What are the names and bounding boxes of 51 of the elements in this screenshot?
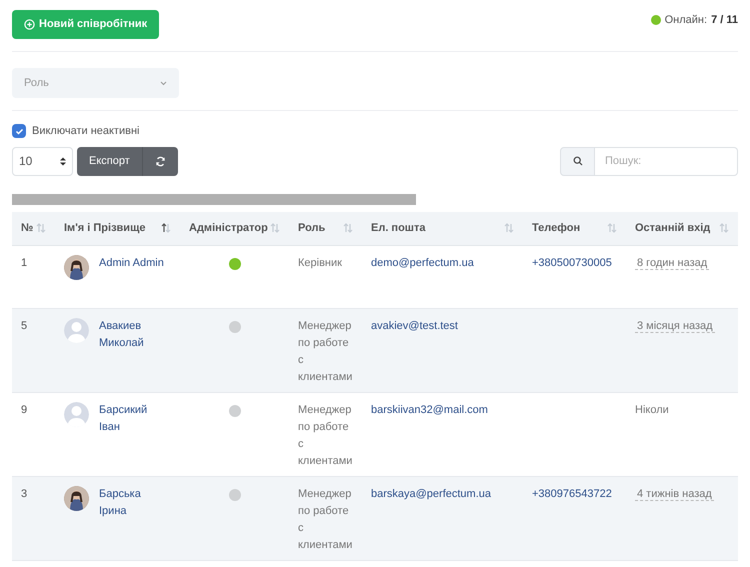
phone-link[interactable]: +380976543722 bbox=[532, 488, 612, 500]
refresh-button[interactable] bbox=[142, 146, 178, 176]
employee-name-link[interactable]: Барсикий Іван bbox=[99, 402, 169, 436]
sort-icon bbox=[504, 223, 514, 233]
email-link[interactable]: avakiev@test.test bbox=[371, 320, 458, 332]
table-cell: 3 bbox=[21, 488, 28, 500]
employee-name-link[interactable]: Авакиев Миколай bbox=[99, 318, 169, 352]
plus-circle-icon bbox=[24, 19, 35, 30]
search-icon bbox=[572, 156, 582, 166]
export-button[interactable]: Експорт bbox=[77, 146, 143, 176]
last-login-text: 8 годин назад bbox=[635, 256, 710, 270]
column-header[interactable]: Телефон bbox=[523, 212, 626, 244]
table-cell: Менеджер по работе с клиентами bbox=[298, 488, 352, 550]
last-login-text: 3 місяця назад bbox=[635, 320, 715, 332]
table-cell: Менеджер по работе с клиентами bbox=[298, 404, 352, 466]
last-login-text: Ніколи bbox=[635, 404, 669, 416]
refresh-icon bbox=[154, 156, 166, 166]
search-field[interactable]: Пошук: bbox=[595, 146, 738, 176]
sort-icon bbox=[343, 223, 353, 233]
sort-icon bbox=[270, 223, 280, 233]
sort-icon bbox=[161, 223, 171, 233]
column-header[interactable]: № bbox=[12, 212, 55, 244]
table-cell: Керівник bbox=[298, 256, 342, 268]
table-cell: 9 bbox=[21, 404, 28, 416]
chevron-down-icon bbox=[160, 80, 167, 86]
column-header[interactable]: Ім'я і Прізвище bbox=[55, 212, 180, 244]
email-link[interactable]: barskaya@perfectum.ua bbox=[371, 488, 492, 500]
sort-icon bbox=[607, 223, 617, 233]
phone-link[interactable]: +380500730005 bbox=[532, 256, 612, 268]
sort-icon bbox=[36, 223, 46, 233]
updown-caret-icon bbox=[60, 156, 66, 166]
checkbox-label: Виключати неактивні bbox=[32, 124, 140, 139]
page-size-select[interactable]: 10 bbox=[12, 146, 73, 176]
last-login-text: 4 тижнів назад bbox=[635, 488, 714, 500]
checkmark-icon bbox=[14, 126, 24, 136]
employee-name-link[interactable]: Барська Ірина bbox=[99, 486, 169, 520]
column-header[interactable]: Ел. пошта bbox=[362, 212, 523, 244]
table-cell: 1 bbox=[21, 256, 28, 268]
online-count: 7 / 11 bbox=[711, 13, 738, 28]
column-header[interactable]: Роль bbox=[289, 212, 362, 244]
column-header[interactable]: Останній вхід bbox=[626, 212, 738, 244]
email-link[interactable]: barskiivan32@mail.com bbox=[371, 404, 488, 416]
checkbox[interactable] bbox=[12, 124, 26, 138]
table-cell: Менеджер по работе с клиентами bbox=[298, 320, 352, 382]
sort-icon bbox=[719, 223, 729, 233]
horizontal-scrollbar[interactable] bbox=[12, 194, 416, 204]
employee-name-link[interactable]: Admin Admin bbox=[99, 254, 169, 272]
email-link[interactable]: demo@perfectum.ua bbox=[371, 256, 474, 268]
table-cell: 5 bbox=[21, 320, 28, 332]
online-label: Онлайн: bbox=[664, 13, 708, 28]
column-header[interactable]: Адміністратор bbox=[180, 212, 289, 244]
